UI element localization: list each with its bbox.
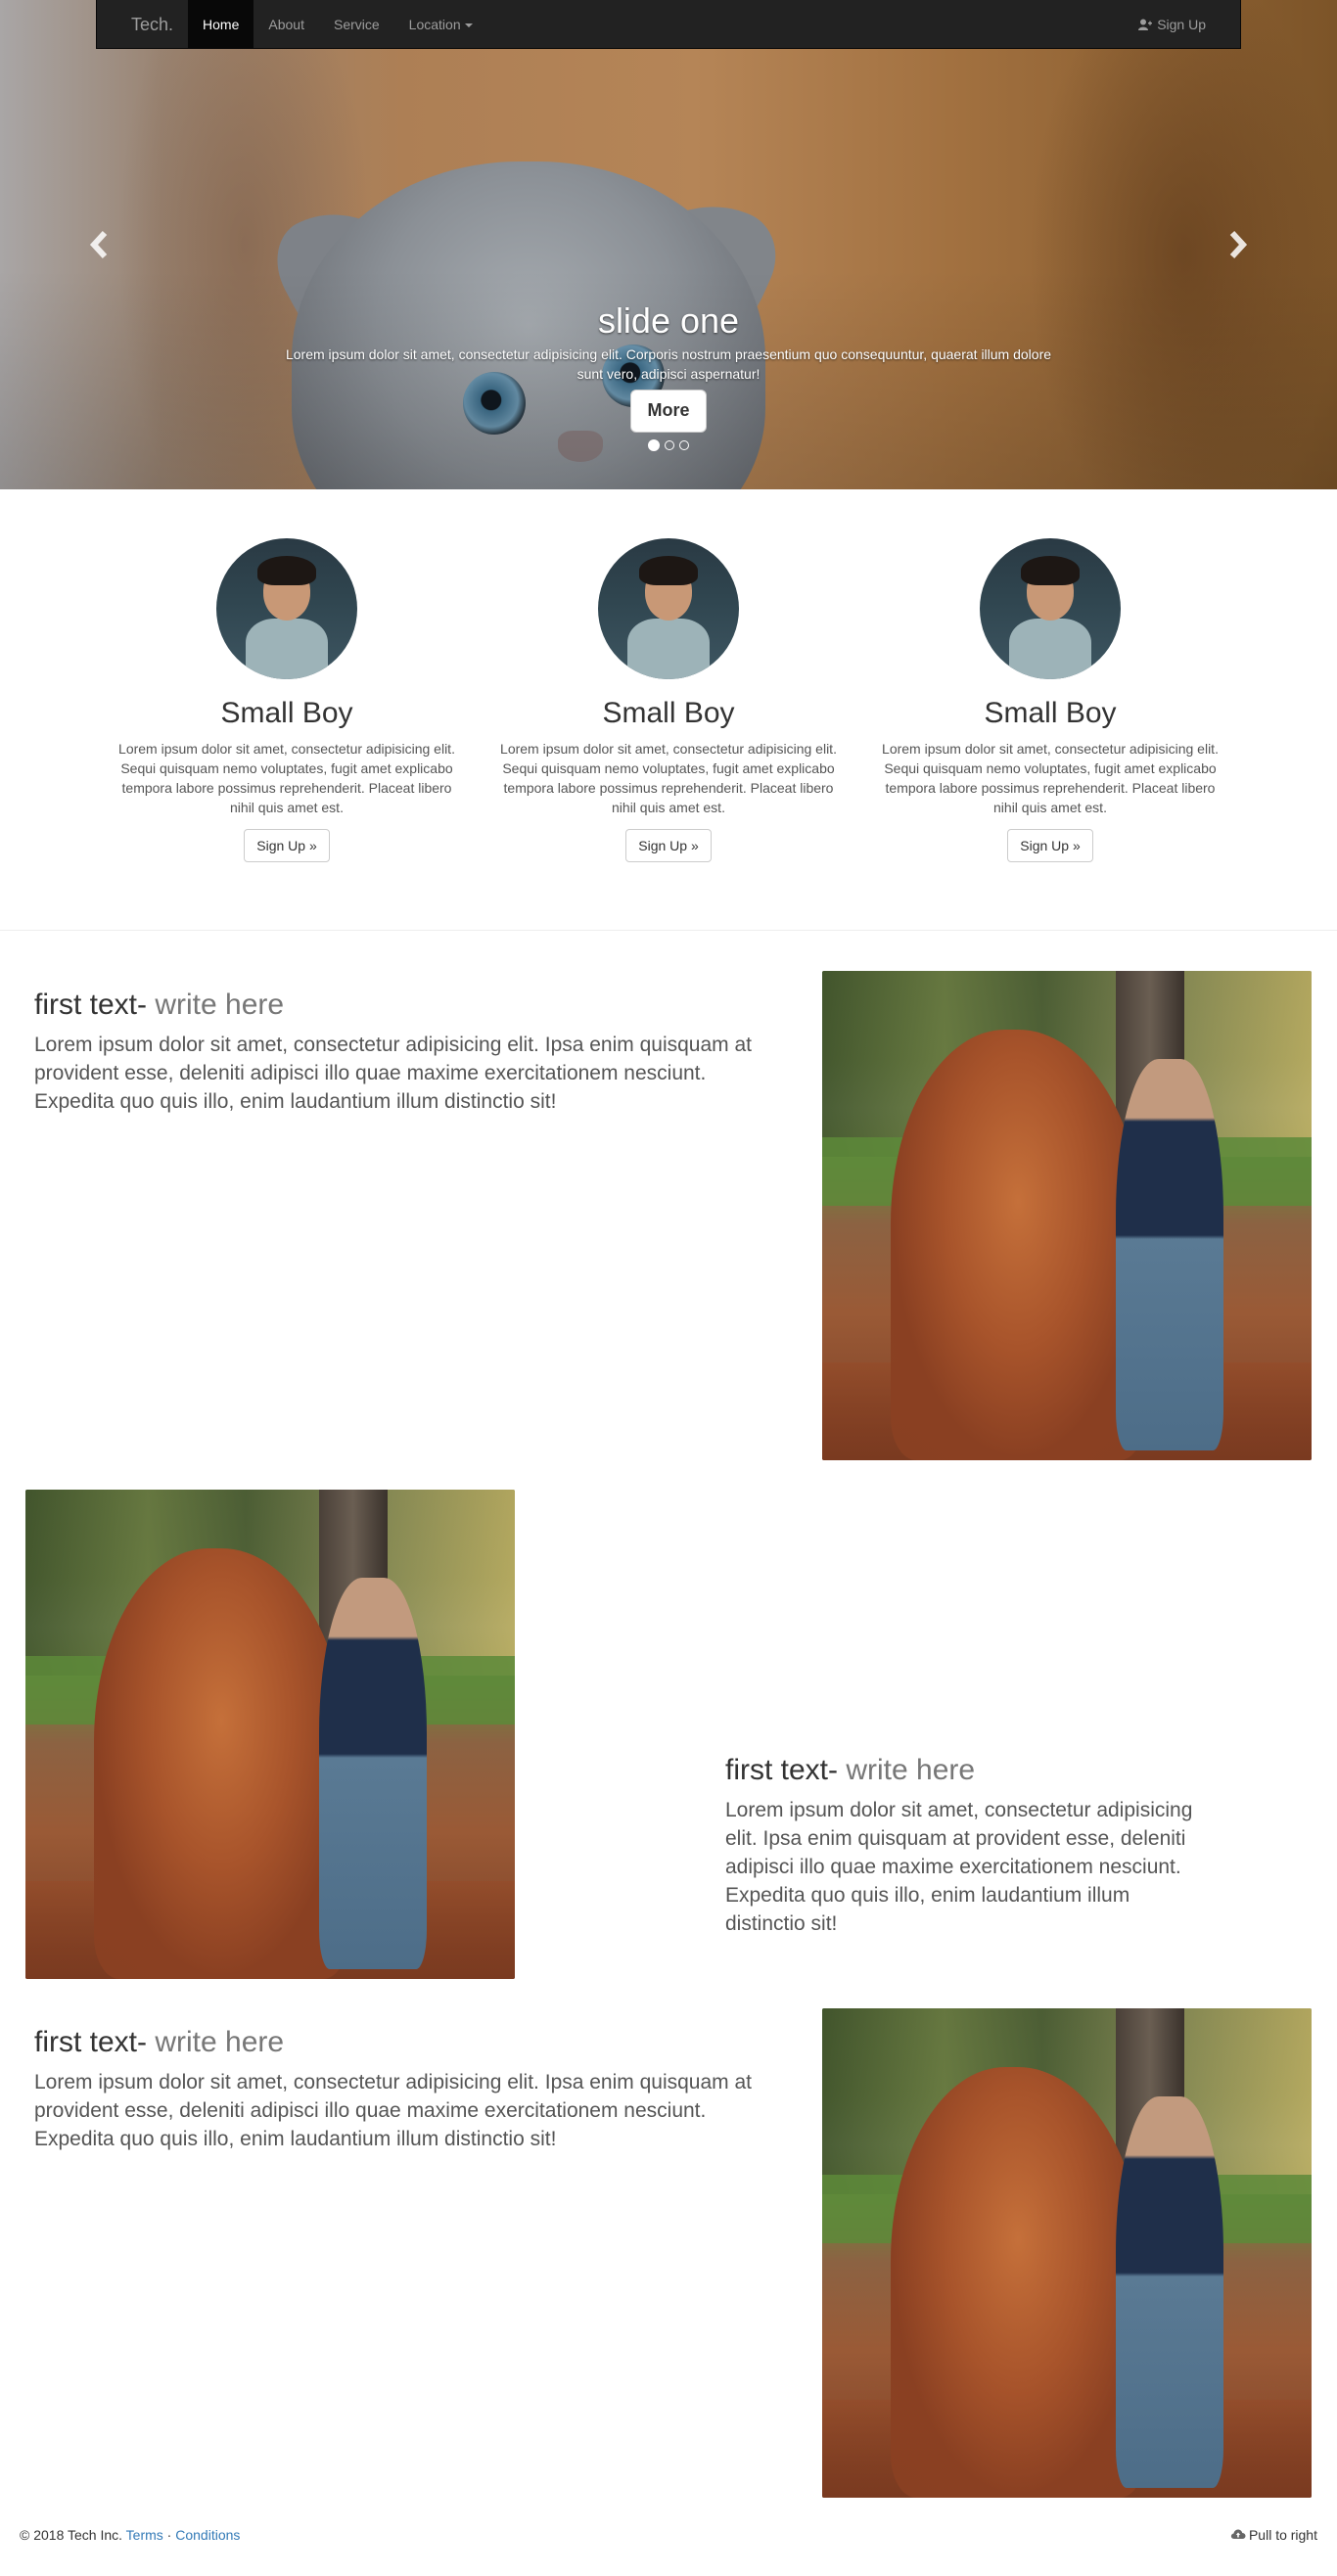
top-navbar: Tech. Home About Service Location Sign U… [96,0,1241,49]
signup-button[interactable]: Sign Up » [244,829,330,862]
chevron-right-icon [1229,230,1248,259]
nav-location-dropdown[interactable]: Location [394,0,487,48]
nav-about[interactable]: About [254,0,319,48]
boy-avatar [980,538,1121,679]
featurette-heading-muted: write here [155,2026,285,2058]
carousel-indicator[interactable] [665,440,674,450]
signup-button[interactable]: Sign Up » [625,829,712,862]
terms-link[interactable]: Terms [126,2527,163,2543]
user-plus-icon [1138,19,1153,30]
cloud-upload-icon [1230,2525,1246,2545]
nav-service[interactable]: Service [319,0,394,48]
carousel-text: Lorem ipsum dolor sit amet, consectetur … [285,346,1052,382]
featurette-heading-main: first text- [34,989,148,1021]
carousel-prev-button[interactable] [84,230,114,259]
featurette-text: first text- write here Lorem ipsum dolor… [34,989,768,1116]
featurette-image [25,1490,515,1979]
hero-carousel: slide one Lorem ipsum dolor sit amet, co… [0,0,1337,489]
featurette-lead: Lorem ipsum dolor sit amet, consectetur … [725,1799,1193,1935]
featurette-heading: first text- write here [34,2026,768,2058]
carousel-next-button[interactable] [1223,230,1253,259]
pull-right-label: Pull to right [1248,2527,1317,2543]
nav-location-label: Location [408,17,461,32]
featurette-text: first text- write here Lorem ipsum dolor… [34,2026,768,2153]
footer-separator: · [166,2527,172,2543]
featurette-heading-main: first text- [34,2026,148,2058]
featurette-heading-muted: write here [846,1754,976,1786]
carousel-caption: slide one Lorem ipsum dolor sit amet, co… [267,301,1070,433]
carousel-title: slide one [597,300,740,341]
featurette-lead: Lorem ipsum dolor sit amet, consectetur … [34,2071,753,2150]
footer-left: © 2018 Tech Inc. Terms · Conditions [20,2525,240,2545]
featurette-heading-main: first text- [725,1754,839,1786]
signup-button[interactable]: Sign Up » [1007,829,1093,862]
column-title: Small Boy [220,697,353,729]
conditions-link[interactable]: Conditions [175,2527,240,2543]
boy-avatar [216,538,357,679]
feature-column: Small Boy Lorem ipsum dolor sit amet, co… [874,538,1226,862]
featurette-heading: first text- write here [725,1754,1215,1786]
featurette-heading-muted: write here [155,989,285,1021]
signup-label: Sign Up [1157,16,1206,32]
column-title: Small Boy [984,697,1117,729]
feature-column: Small Boy Lorem ipsum dolor sit amet, co… [492,538,845,862]
column-text: Lorem ipsum dolor sit amet, consectetur … [500,741,837,815]
featurette-image [822,971,1312,1460]
feature-column: Small Boy Lorem ipsum dolor sit amet, co… [111,538,463,862]
section-divider [0,930,1337,931]
chevron-left-icon [89,230,108,259]
carousel-indicator[interactable] [648,439,660,451]
carousel-indicator[interactable] [679,440,689,450]
column-title: Small Boy [602,697,735,729]
page-footer: © 2018 Tech Inc. Terms · Conditions Pull… [20,2525,1317,2545]
pull-right-link[interactable]: Pull to right [1230,2525,1317,2545]
featurette-text: first text- write here Lorem ipsum dolor… [725,1754,1215,1938]
caret-down-icon [464,23,473,28]
brand-logo[interactable]: Tech. [97,0,188,48]
signup-link[interactable]: Sign Up [1124,0,1240,48]
carousel-indicators [646,439,691,454]
featurette-heading: first text- write here [34,989,768,1021]
nav-home[interactable]: Home [188,0,254,48]
featurette-image [822,2008,1312,2498]
copyright-text: © 2018 Tech Inc. [20,2527,123,2543]
boy-avatar [598,538,739,679]
featurette-lead: Lorem ipsum dolor sit amet, consectetur … [34,1034,753,1113]
column-text: Lorem ipsum dolor sit amet, consectetur … [882,741,1219,815]
more-button[interactable]: More [630,390,707,433]
column-text: Lorem ipsum dolor sit amet, consectetur … [118,741,455,815]
